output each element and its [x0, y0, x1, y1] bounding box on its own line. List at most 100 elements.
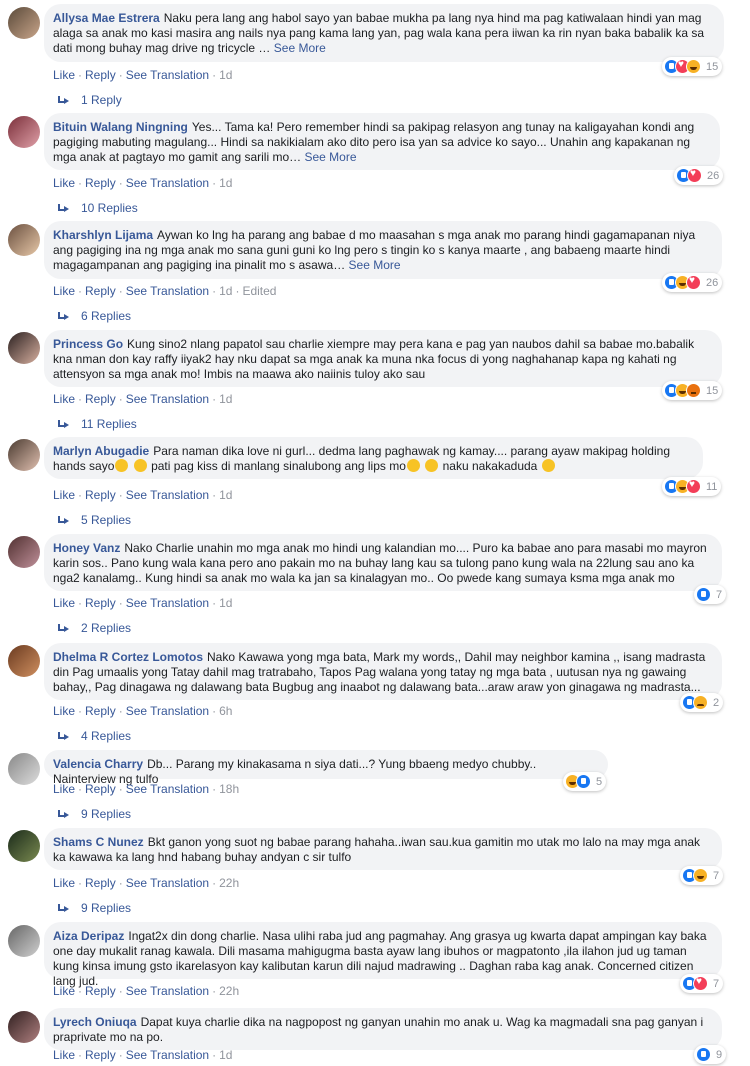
like-button[interactable]: Like [53, 596, 75, 610]
like-button[interactable]: Like [53, 876, 75, 890]
separator: · [118, 782, 123, 796]
comment-author-link[interactable]: Aiza Deripaz [53, 929, 124, 943]
see-translation-link[interactable]: See Translation [126, 704, 209, 718]
separator: · [212, 984, 217, 998]
like-button[interactable]: Like [53, 284, 75, 298]
comment-author-link[interactable]: Shams C Nunez [53, 835, 144, 849]
see-translation-link[interactable]: See Translation [126, 68, 209, 82]
reactions-summary[interactable]: 9 [694, 1045, 727, 1064]
reply-button[interactable]: Reply [85, 284, 116, 298]
like-button[interactable]: Like [53, 704, 75, 718]
comment-author-link[interactable]: Lyrech Oniuqa [53, 1015, 137, 1029]
comment-timestamp[interactable]: 1d [219, 488, 232, 502]
avatar[interactable] [8, 224, 40, 256]
separator: · [78, 68, 83, 82]
reactions-summary[interactable]: 26 [662, 273, 723, 292]
see-translation-link[interactable]: See Translation [126, 284, 209, 298]
reply-button[interactable]: Reply [85, 984, 116, 998]
reply-button[interactable]: Reply [85, 704, 116, 718]
avatar[interactable] [8, 7, 40, 39]
separator: · [78, 596, 83, 610]
reactions-summary[interactable]: 7 [680, 866, 724, 885]
reply-button[interactable]: Reply [85, 596, 116, 610]
avatar[interactable] [8, 536, 40, 568]
comment-timestamp[interactable]: 22h [219, 876, 239, 890]
comment-timestamp[interactable]: 6h [219, 704, 232, 718]
view-replies-link[interactable]: 10 Replies [58, 201, 138, 215]
replies-count-label: 6 Replies [81, 309, 132, 323]
comment-timestamp[interactable]: 1d [219, 392, 232, 406]
avatar[interactable] [8, 332, 40, 364]
comment-timestamp[interactable]: 1d [219, 176, 232, 190]
avatar[interactable] [8, 116, 40, 148]
reactions-summary[interactable]: 15 [662, 381, 723, 400]
see-more-link[interactable]: See More [349, 258, 401, 272]
reply-button[interactable]: Reply [85, 392, 116, 406]
avatar[interactable] [8, 753, 40, 785]
comment-author-link[interactable]: Honey Vanz [53, 541, 120, 555]
see-translation-link[interactable]: See Translation [126, 876, 209, 890]
like-button[interactable]: Like [53, 782, 75, 796]
separator: · [78, 782, 83, 796]
avatar[interactable] [8, 439, 40, 471]
comment-author-link[interactable]: Kharshlyn Lijama [53, 228, 153, 242]
see-translation-link[interactable]: See Translation [126, 392, 209, 406]
view-replies-link[interactable]: 5 Replies [58, 513, 131, 527]
reactions-summary[interactable]: 26 [674, 166, 724, 185]
avatar[interactable] [8, 645, 40, 677]
view-replies-link[interactable]: 6 Replies [58, 309, 131, 323]
reactions-summary[interactable]: 15 [662, 57, 723, 76]
view-replies-link[interactable]: 2 Replies [58, 621, 131, 635]
avatar[interactable] [8, 925, 40, 957]
comment-timestamp[interactable]: 1d [219, 596, 232, 610]
view-replies-link[interactable]: 9 Replies [58, 901, 131, 915]
like-button[interactable]: Like [53, 984, 75, 998]
like-button[interactable]: Like [53, 68, 75, 82]
see-translation-link[interactable]: See Translation [126, 596, 209, 610]
comment-author-link[interactable]: Marlyn Abugadie [53, 444, 149, 458]
comment-author-link[interactable]: Valencia Charry [53, 757, 143, 771]
reply-button[interactable]: Reply [85, 176, 116, 190]
reply-arrow-icon [58, 96, 69, 104]
reply-button[interactable]: Reply [85, 876, 116, 890]
comment-author-link[interactable]: Princess Go [53, 337, 123, 351]
reactions-summary[interactable]: 2 [680, 693, 724, 712]
reactions-summary[interactable]: 11 [662, 477, 722, 496]
reply-button[interactable]: Reply [85, 68, 116, 82]
reactions-summary[interactable]: 7 [694, 585, 727, 604]
edited-label[interactable]: Edited [242, 284, 276, 298]
like-button[interactable]: Like [53, 176, 75, 190]
see-more-link[interactable]: See More [304, 150, 356, 164]
avatar[interactable] [8, 1011, 40, 1043]
like-button[interactable]: Like [53, 1048, 75, 1062]
comment-actions: Like · Reply · See Translation · 6h [53, 704, 232, 718]
avatar[interactable] [8, 830, 40, 862]
comment-timestamp[interactable]: 22h [219, 984, 239, 998]
reply-button[interactable]: Reply [85, 782, 116, 796]
view-replies-link[interactable]: 11 Replies [58, 417, 137, 431]
emoji-icon [541, 459, 555, 472]
see-translation-link[interactable]: See Translation [126, 488, 209, 502]
comment-author-link[interactable]: Bituin Walang Ningning [53, 120, 188, 134]
like-button[interactable]: Like [53, 488, 75, 502]
view-replies-link[interactable]: 4 Replies [58, 729, 131, 743]
comment-author-link[interactable]: Dhelma R Cortez Lomotos [53, 650, 203, 664]
see-more-link[interactable]: See More [274, 41, 326, 55]
see-translation-link[interactable]: See Translation [126, 782, 209, 796]
like-button[interactable]: Like [53, 392, 75, 406]
reactions-summary[interactable]: 7 [680, 974, 724, 993]
see-translation-link[interactable]: See Translation [126, 1048, 209, 1062]
view-replies-link[interactable]: 1 Reply [58, 93, 122, 107]
comment-timestamp[interactable]: 1d [219, 68, 232, 82]
comment-timestamp[interactable]: 1d [219, 284, 232, 298]
see-translation-link[interactable]: See Translation [126, 984, 209, 998]
reactions-summary[interactable]: 5 [563, 772, 607, 791]
comment-timestamp[interactable]: 1d [219, 1048, 232, 1062]
comment-timestamp[interactable]: 18h [219, 782, 239, 796]
see-translation-link[interactable]: See Translation [126, 176, 209, 190]
view-replies-link[interactable]: 9 Replies [58, 807, 131, 821]
reply-button[interactable]: Reply [85, 1048, 116, 1062]
comment-author-link[interactable]: Allysa Mae Estrera [53, 11, 160, 25]
reply-button[interactable]: Reply [85, 488, 116, 502]
separator: · [212, 876, 217, 890]
